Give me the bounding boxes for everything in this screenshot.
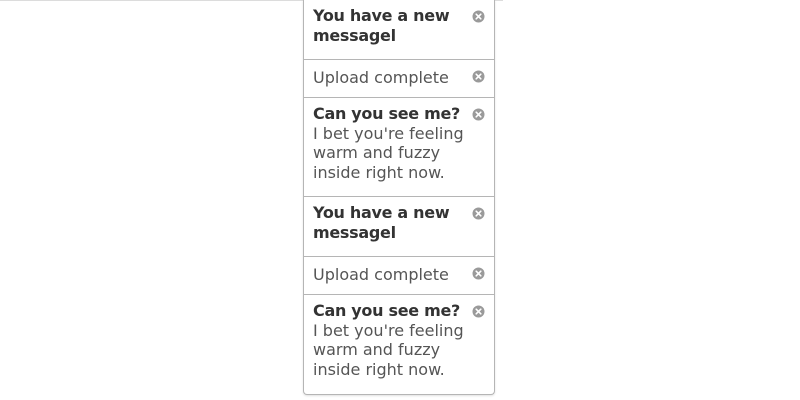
close-icon[interactable] bbox=[472, 108, 485, 121]
notification-title: You have a new messagel bbox=[313, 6, 450, 45]
notification-body: I bet you're feeling warm and fuzzy insi… bbox=[313, 320, 464, 379]
notification-title: Can you see me? bbox=[313, 104, 460, 123]
notification-body: Upload complete bbox=[313, 265, 449, 284]
notification-new-message[interactable]: You have a new messagel bbox=[304, 197, 494, 257]
notification-upload-complete[interactable]: Upload complete bbox=[304, 257, 494, 295]
notification-can-you-see-me[interactable]: Can you see me? I bet you're feeling war… bbox=[304, 98, 494, 197]
close-icon[interactable] bbox=[472, 207, 485, 220]
notification-body: Upload complete bbox=[313, 68, 449, 87]
notification-body: I bet you're feeling warm and fuzzy insi… bbox=[313, 123, 464, 182]
notification-new-message[interactable]: You have a new messagel bbox=[304, 0, 494, 60]
close-icon[interactable] bbox=[472, 10, 485, 23]
close-icon[interactable] bbox=[472, 70, 485, 83]
notification-can-you-see-me[interactable]: Can you see me? I bet you're feeling war… bbox=[304, 295, 494, 394]
notification-upload-complete[interactable]: Upload complete bbox=[304, 60, 494, 98]
notification-title: Can you see me? bbox=[313, 301, 460, 320]
notification-stack: You have a new messagel Upload complete … bbox=[303, 0, 495, 395]
close-icon[interactable] bbox=[472, 305, 485, 318]
close-icon[interactable] bbox=[472, 267, 485, 280]
notification-title: You have a new messagel bbox=[313, 203, 450, 242]
